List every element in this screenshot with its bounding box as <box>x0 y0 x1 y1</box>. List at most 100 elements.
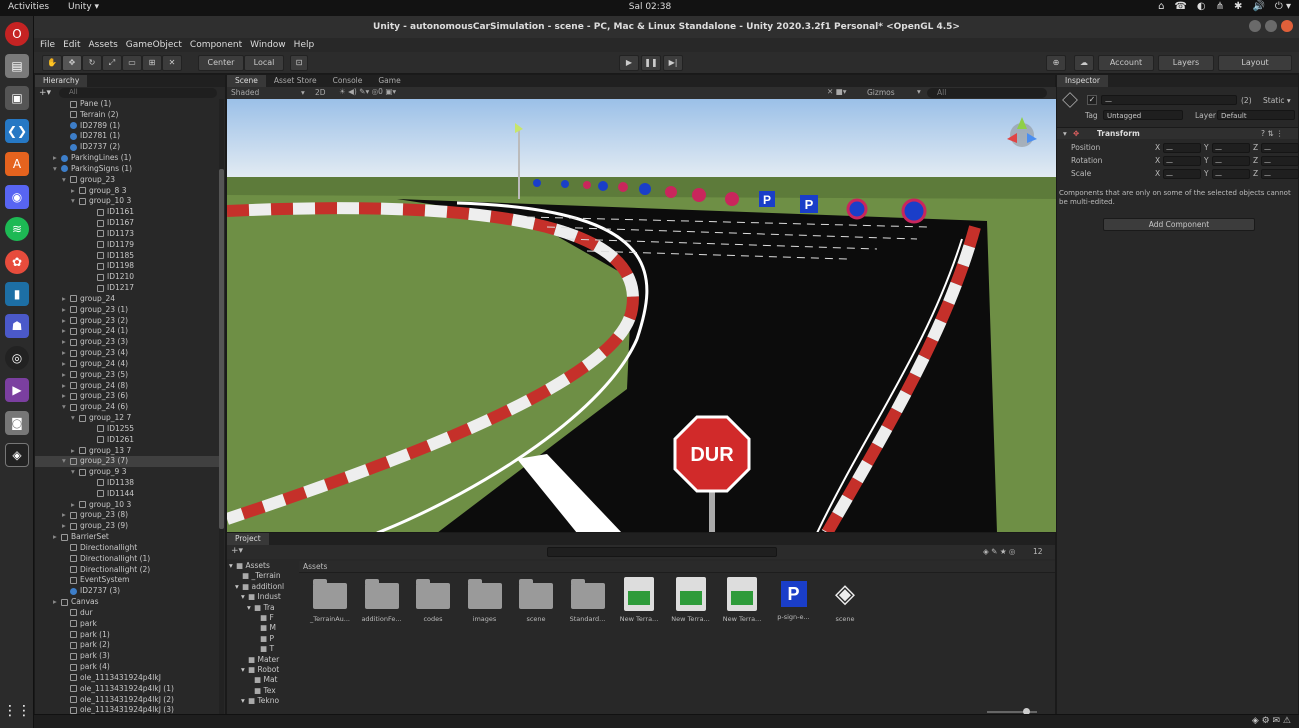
expand-arrow-icon[interactable]: ▸ <box>53 532 61 543</box>
zoom-slider[interactable] <box>987 708 1037 715</box>
move-tool-icon[interactable]: ✥ <box>62 55 82 71</box>
tab-inspector[interactable]: Inspector <box>1057 75 1108 87</box>
hierarchy-item[interactable]: ▸ group_23 (8) <box>35 510 221 521</box>
menu-file[interactable]: File <box>40 38 55 52</box>
expand-arrow-icon[interactable]: ▾ <box>62 175 70 186</box>
expand-arrow-icon[interactable]: ▸ <box>71 186 79 197</box>
layout-dropdown[interactable]: Layout <box>1218 55 1292 71</box>
hierarchy-item[interactable]: Directionallight (1) <box>35 554 221 565</box>
expand-arrow-icon[interactable]: ▸ <box>62 316 70 327</box>
expand-arrow-icon[interactable]: ▸ <box>53 153 61 164</box>
hierarchy-item[interactable]: EventSystem <box>35 575 221 586</box>
hand-tool-icon[interactable]: ✋ <box>42 55 62 71</box>
play-icon[interactable]: ▶ <box>619 55 639 71</box>
hierarchy-item[interactable]: ID2789 (1) <box>35 121 221 132</box>
menu-window[interactable]: Window <box>250 38 286 52</box>
expand-arrow-icon[interactable]: ▸ <box>62 305 70 316</box>
menu-assets[interactable]: Assets <box>89 38 118 52</box>
rotate-tool-icon[interactable]: ↻ <box>82 55 102 71</box>
expand-arrow-icon[interactable]: ▸ <box>62 326 70 337</box>
static-toggle[interactable]: Static ▾ <box>1263 96 1291 105</box>
transform-scale-z-field[interactable]: — <box>1261 169 1299 179</box>
transform-header[interactable]: ▾ ✥ Transform ? ⇅ ⋮ <box>1057 127 1298 139</box>
tray-item-icon[interactable]: ⏻ ▾ <box>1275 1 1291 12</box>
expand-arrow-icon[interactable]: ▸ <box>53 597 61 608</box>
expand-arrow-icon[interactable]: ▸ <box>62 294 70 305</box>
layer-dropdown[interactable]: Default <box>1217 110 1295 120</box>
hierarchy-item[interactable]: ▸ group_23 (1) <box>35 305 221 316</box>
maximize-icon[interactable] <box>1265 20 1277 32</box>
hierarchy-item[interactable]: ▸ group_13 7 <box>35 446 221 457</box>
asset-item[interactable]: ◈ scene <box>822 579 868 623</box>
expand-arrow-icon[interactable]: ▸ <box>62 381 70 392</box>
asset-item[interactable]: New Terra... <box>668 577 714 623</box>
hierarchy-item[interactable]: ▾ group_9 3 <box>35 467 221 478</box>
hierarchy-item[interactable]: ID1217 <box>35 283 221 294</box>
hierarchy-item[interactable]: ▸ group_23 (5) <box>35 370 221 381</box>
expand-arrow-icon[interactable]: ▸ <box>62 359 70 370</box>
menu-component[interactable]: Component <box>190 38 242 52</box>
asset-item[interactable]: scene <box>513 579 559 623</box>
activities-button[interactable]: Activities <box>8 2 49 12</box>
status-icons[interactable]: ◈ ⚙ ✉ ⚠ <box>1252 716 1291 726</box>
hierarchy-item[interactable]: park (3) <box>35 651 221 662</box>
hierarchy-item[interactable]: ▸ Canvas <box>35 597 221 608</box>
hierarchy-item[interactable]: ▾ group_23 <box>35 175 221 186</box>
hierarchy-item[interactable]: ID1255 <box>35 424 221 435</box>
hierarchy-item[interactable]: ▸ group_23 (9) <box>35 521 221 532</box>
hierarchy-item[interactable]: park <box>35 619 221 630</box>
pivot-local-button[interactable]: Local <box>244 55 284 71</box>
expand-arrow-icon[interactable]: ▸ <box>62 337 70 348</box>
hierarchy-item[interactable]: ▸ group_24 <box>35 294 221 305</box>
expand-arrow-icon[interactable]: ▸ <box>62 370 70 381</box>
tray-item-icon[interactable]: 🔊 <box>1252 1 1264 12</box>
expand-arrow-icon[interactable]: ▾ <box>71 196 79 207</box>
step-icon[interactable]: ▶| <box>663 55 683 71</box>
asset-item[interactable]: _TerrainAu... <box>307 579 353 623</box>
add-component-button[interactable]: Add Component <box>1103 218 1255 231</box>
discord-icon[interactable]: ◉ <box>5 185 29 209</box>
hierarchy-item[interactable]: ▾ group_23 (7) <box>35 456 221 468</box>
asset-item[interactable]: additionFe... <box>359 579 405 623</box>
camera-icon[interactable]: ◙ <box>5 411 29 435</box>
tab-scene[interactable]: Scene <box>227 75 266 87</box>
tray-item-icon[interactable]: ⌂ <box>1158 1 1164 12</box>
expand-arrow-icon[interactable]: ▸ <box>62 521 70 532</box>
cloud-icon[interactable]: ☁ <box>1074 55 1094 71</box>
hierarchy-item[interactable]: ID1185 <box>35 251 221 262</box>
transform-scale-x-field[interactable]: — <box>1163 169 1201 179</box>
hierarchy-item[interactable]: ▸ group_23 (6) <box>35 391 221 402</box>
hierarchy-scrollbar[interactable] <box>219 99 224 727</box>
rect-tool-icon[interactable]: ▭ <box>122 55 142 71</box>
tray-item-icon[interactable]: ⋔ <box>1216 1 1224 12</box>
expand-arrow-icon[interactable]: ▾ <box>62 456 70 467</box>
obs-icon[interactable]: ◎ <box>5 346 29 370</box>
tools-icon[interactable]: ✕ ■▾ <box>827 87 847 96</box>
hierarchy-item[interactable]: ID2781 (1) <box>35 131 221 142</box>
hierarchy-item[interactable]: ole_1113431924p4lkJ (1) <box>35 684 221 695</box>
tray-item-icon[interactable]: ✱ <box>1234 1 1242 12</box>
terminal-icon[interactable]: ▣ <box>5 86 29 110</box>
hierarchy-item[interactable]: ▾ ParkingSigns (1) <box>35 164 221 175</box>
layers-dropdown[interactable]: Layers <box>1158 55 1214 71</box>
hierarchy-item[interactable]: ole_1113431924p4lkJ (2) <box>35 695 221 706</box>
hierarchy-item[interactable]: ▸ group_23 (3) <box>35 337 221 348</box>
menu-edit[interactable]: Edit <box>63 38 80 52</box>
scale-tool-icon[interactable]: ⤢ <box>102 55 122 71</box>
tab-hierarchy[interactable]: Hierarchy <box>35 75 88 87</box>
add-icon[interactable]: +▾ <box>39 88 51 98</box>
transform-rotation-z-field[interactable]: — <box>1261 156 1299 166</box>
files-icon[interactable]: ▤ <box>5 54 29 78</box>
hierarchy-item[interactable]: ▾ group_10 3 <box>35 196 221 207</box>
tray-item-icon[interactable]: ◐ <box>1197 1 1206 12</box>
chevron-down-icon[interactable]: ▾ <box>1063 129 1067 138</box>
hierarchy-item[interactable]: ▾ group_12 7 <box>35 413 221 424</box>
expand-arrow-icon[interactable]: ▸ <box>62 348 70 359</box>
hierarchy-item[interactable]: ID1161 <box>35 207 221 218</box>
hierarchy-item[interactable]: dur <box>35 608 221 619</box>
grid-snap-icon[interactable]: ⊡ <box>290 55 308 71</box>
video-icon[interactable]: ▶ <box>5 378 29 402</box>
hierarchy-item[interactable]: ID1198 <box>35 261 221 272</box>
hierarchy-item[interactable]: ▸ BarrierSet <box>35 532 221 543</box>
transform-tool-icon[interactable]: ⊞ <box>142 55 162 71</box>
